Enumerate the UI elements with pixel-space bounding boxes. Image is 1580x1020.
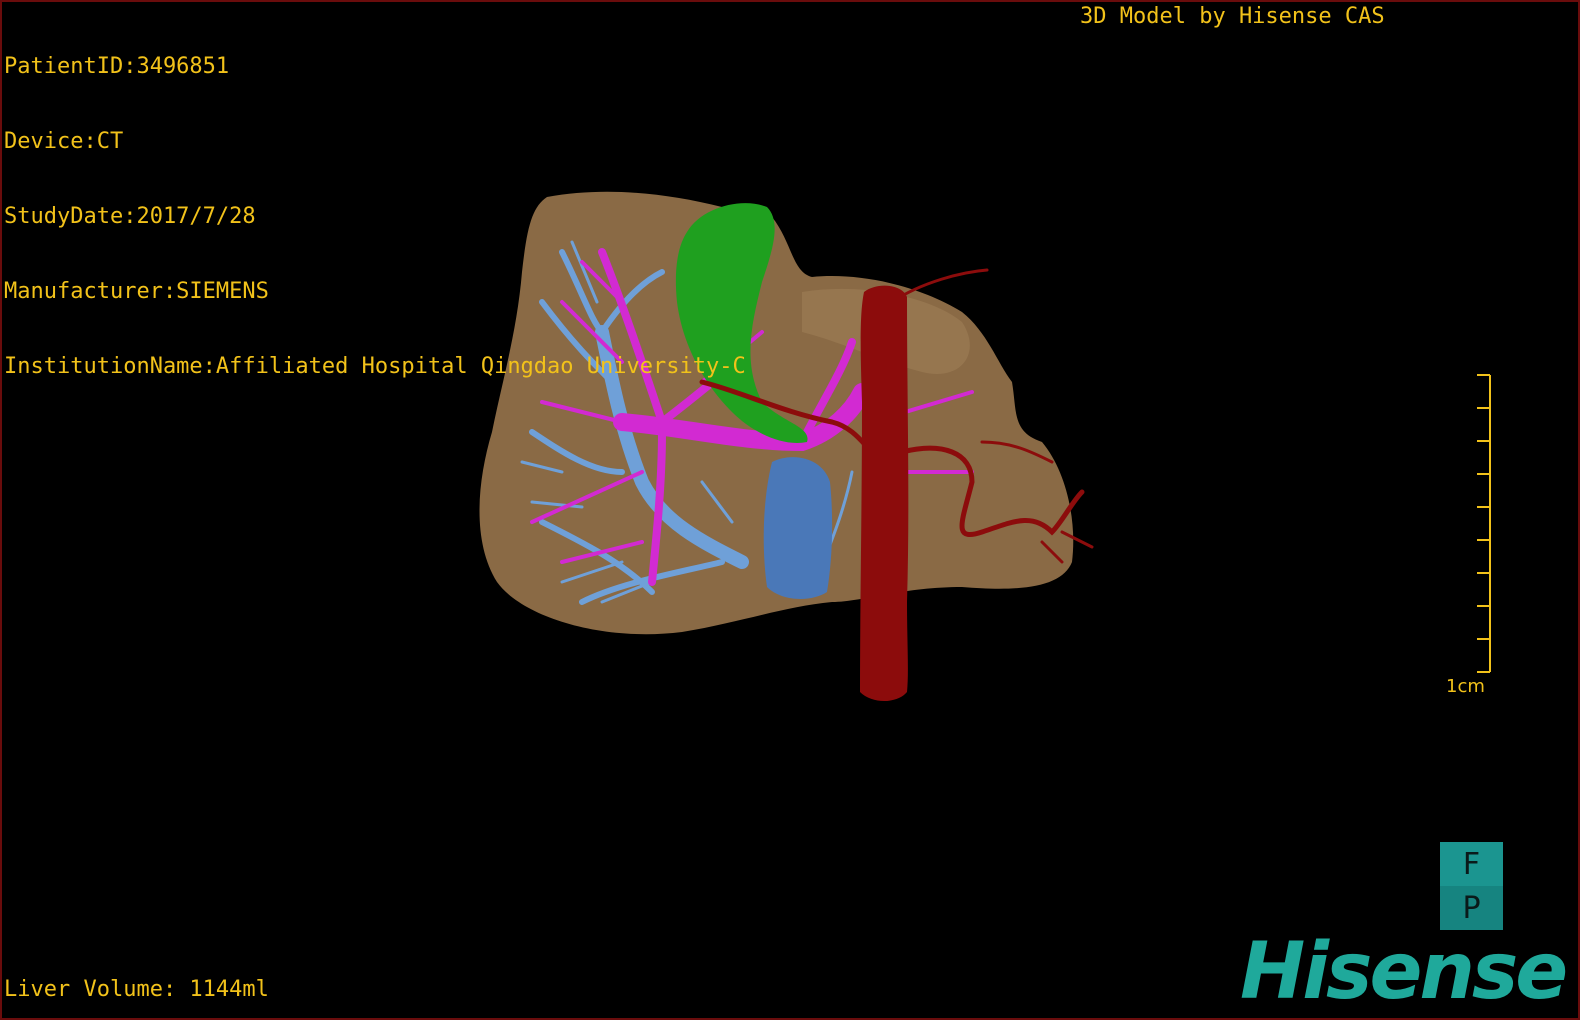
orientation-cube[interactable]: F P bbox=[1440, 842, 1503, 930]
patient-id: PatientID:3496851 bbox=[4, 54, 230, 79]
portal-vein-trunk bbox=[763, 457, 833, 599]
cube-face-front[interactable]: F bbox=[1440, 842, 1503, 886]
study-date: StudyDate:2017/7/28 bbox=[4, 204, 256, 229]
scale-bar-label: 1cm bbox=[1446, 676, 1485, 697]
viewer-title: 3D Model by Hisense CAS bbox=[1080, 4, 1385, 29]
device: Device:CT bbox=[4, 129, 124, 154]
dicom-info: PatientID:3496851 Device:CT StudyDate:20… bbox=[4, 4, 746, 429]
scale-bar bbox=[1477, 374, 1491, 673]
liver-volume: Liver Volume: 1144ml bbox=[4, 977, 269, 1002]
institution-name: InstitutionName:Affiliated Hospital Qing… bbox=[4, 354, 746, 379]
aorta bbox=[860, 285, 909, 701]
cube-face-posterior[interactable]: P bbox=[1440, 886, 1503, 930]
hisense-logo: Hisense bbox=[1240, 927, 1568, 1017]
manufacturer: Manufacturer:SIEMENS bbox=[4, 279, 269, 304]
3d-viewport[interactable]: PatientID:3496851 Device:CT StudyDate:20… bbox=[0, 0, 1580, 1020]
